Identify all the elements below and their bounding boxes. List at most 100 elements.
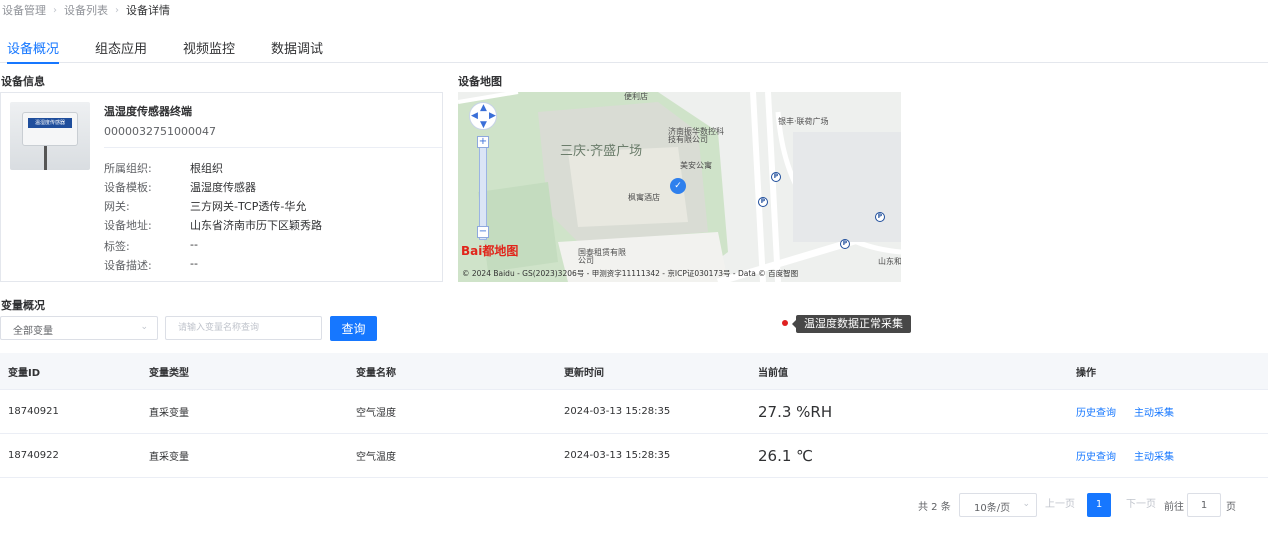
chevron-right-icon: › — [115, 4, 119, 16]
info-key: 标签: — [104, 240, 130, 253]
map-label-shop: 便利店 — [624, 92, 648, 101]
info-value: -- — [190, 238, 198, 251]
device-info-card: 温湿度传感器 温湿度传感器终端 0000032751000047 所属组织: 根… — [0, 92, 443, 282]
tab-data-debug[interactable]: 数据调试 — [271, 38, 323, 63]
tab-bar: 设备概况 组态应用 视频监控 数据调试 — [0, 38, 1268, 64]
column-header: 更新时间 — [564, 367, 604, 379]
table-row: 18740922 直采变量 空气温度 2024-03-13 15:28:35 2… — [0, 434, 1268, 478]
device-code: 0000032751000047 — [104, 125, 216, 138]
table-row: 18740921 直采变量 空气湿度 2024-03-13 15:28:35 2… — [0, 390, 1268, 434]
tab-device-overview[interactable]: 设备概况 — [7, 38, 60, 64]
column-header: 当前值 — [758, 367, 788, 379]
map-label-plaza: 三庆·齐盛广场 — [560, 144, 643, 159]
cell-actions: 历史查询 主动采集 — [1076, 434, 1192, 477]
info-value: 根组织 — [190, 162, 223, 175]
page-size-value: 10条/页 — [974, 503, 1011, 514]
query-button[interactable]: 查询 — [330, 316, 377, 341]
chevron-down-icon: ⌄ — [140, 322, 148, 332]
device-map[interactable]: 便利店 三庆·齐盛广场 济南振华数控科技有限公司 美安公寓 枫寓酒店 银丰·联荷… — [458, 92, 901, 282]
divider — [104, 147, 442, 148]
map-label-guotai: 国泰租赁有限公司 — [578, 248, 626, 265]
cell-variable-name: 空气湿度 — [356, 408, 396, 419]
info-key: 设备地址: — [104, 219, 152, 232]
parking-icon: P — [771, 172, 781, 182]
map-label-shandong: 山东和 — [878, 257, 901, 266]
column-header: 操作 — [1076, 367, 1096, 379]
cell-variable-id: 18740922 — [8, 450, 59, 461]
device-info-title: 设备信息 — [1, 75, 45, 88]
cell-actions: 历史查询 主动采集 — [1076, 390, 1192, 433]
cell-variable-type: 直采变量 — [149, 408, 189, 419]
info-key: 设备模板: — [104, 181, 152, 194]
cell-update-time: 2024-03-13 15:28:35 — [564, 450, 671, 461]
cell-update-time: 2024-03-13 15:28:35 — [564, 406, 671, 417]
goto-page-input[interactable] — [1187, 493, 1221, 517]
active-collect-link[interactable]: 主动采集 — [1134, 448, 1174, 463]
breadcrumb-item-device-list[interactable]: 设备列表 — [64, 2, 108, 18]
info-key: 设备描述: — [104, 259, 152, 272]
table-header: 变量ID 变量类型 变量名称 更新时间 当前值 操作 — [0, 353, 1268, 390]
pan-right-icon[interactable]: ▶ — [489, 111, 496, 121]
history-query-link[interactable]: 历史查询 — [1076, 448, 1116, 463]
variables-title: 变量概况 — [1, 299, 45, 312]
active-collect-link[interactable]: 主动采集 — [1134, 404, 1174, 419]
zoom-in-button[interactable]: + — [477, 136, 489, 148]
pagination-total: 共 2 条 — [918, 501, 951, 513]
map-copyright: © 2024 Baidu - GS(2023)3206号 - 甲测资字11111… — [462, 269, 799, 278]
status-tooltip: 温湿度数据正常采集 — [792, 315, 911, 333]
map-label-company: 济南振华数控科技有限公司 — [668, 127, 724, 144]
variable-search-input[interactable] — [165, 316, 322, 340]
breadcrumb-item-device-detail: 设备详情 — [126, 4, 170, 17]
cell-variable-name: 空气温度 — [356, 452, 396, 463]
page-size-select[interactable]: 10条/页 ⌄ — [959, 493, 1037, 517]
pan-down-icon[interactable]: ▼ — [480, 120, 487, 130]
cell-current-value: 26.1 ℃ — [758, 446, 814, 465]
chevron-down-icon: ⌄ — [1022, 499, 1030, 509]
variable-type-select[interactable]: 全部变量 ⌄ — [0, 316, 158, 340]
device-location-pin-icon[interactable]: ✓ — [670, 178, 686, 194]
next-page-button[interactable]: 下一页 — [1126, 493, 1156, 517]
map-pan-control[interactable]: ▲ ▼ ◀ ▶ — [469, 102, 497, 130]
info-key: 网关: — [104, 200, 130, 213]
column-header: 变量ID — [8, 367, 41, 379]
map-label-yinfeng: 银丰·联荷广场 — [778, 117, 829, 126]
device-image-label: 温湿度传感器 — [28, 118, 72, 128]
prev-page-button[interactable]: 上一页 — [1045, 493, 1075, 517]
parking-icon: P — [840, 239, 850, 249]
cell-variable-type: 直采变量 — [149, 452, 189, 463]
device-cable — [44, 146, 47, 170]
breadcrumb: 设备管理 › 设备列表 › 设备详情 — [2, 2, 170, 18]
chevron-right-icon: › — [53, 4, 57, 16]
parking-icon: P — [758, 197, 768, 207]
device-image: 温湿度传感器 — [10, 102, 90, 170]
tab-scada-app[interactable]: 组态应用 — [95, 38, 147, 63]
breadcrumb-item-device-management[interactable]: 设备管理 — [2, 2, 46, 18]
info-value: 温湿度传感器 — [190, 181, 256, 194]
info-key: 所属组织: — [104, 162, 152, 175]
pan-up-icon[interactable]: ▲ — [480, 103, 487, 113]
device-map-title: 设备地图 — [458, 75, 502, 88]
status-dot-icon — [782, 320, 788, 326]
select-value: 全部变量 — [13, 326, 53, 337]
info-value: -- — [190, 257, 198, 270]
zoom-out-button[interactable]: − — [477, 226, 489, 238]
variables-table: 变量ID 变量类型 变量名称 更新时间 当前值 操作 18740921 直采变量… — [0, 353, 1268, 478]
history-query-link[interactable]: 历史查询 — [1076, 404, 1116, 419]
baidu-map-logo: Bai都地图 — [461, 244, 519, 258]
info-value: 山东省济南市历下区颖秀路 — [190, 219, 322, 232]
page-number-current[interactable]: 1 — [1087, 493, 1111, 517]
info-value: 三方网关-TCP透传-华允 — [190, 200, 307, 213]
pan-left-icon[interactable]: ◀ — [471, 111, 478, 121]
column-header: 变量类型 — [149, 367, 189, 379]
map-label-apartment: 美安公寓 — [680, 161, 712, 170]
device-name: 温湿度传感器终端 — [104, 105, 192, 118]
parking-icon: P — [875, 212, 885, 222]
goto-suffix: 页 — [1226, 501, 1236, 513]
zoom-slider[interactable] — [479, 136, 487, 240]
cell-current-value: 27.3 %RH — [758, 402, 833, 421]
column-header: 变量名称 — [356, 367, 396, 379]
tab-video-monitor[interactable]: 视频监控 — [183, 38, 235, 63]
goto-label: 前往 — [1164, 501, 1184, 513]
map-label-hotel: 枫寓酒店 — [628, 193, 660, 202]
cell-variable-id: 18740921 — [8, 406, 59, 417]
